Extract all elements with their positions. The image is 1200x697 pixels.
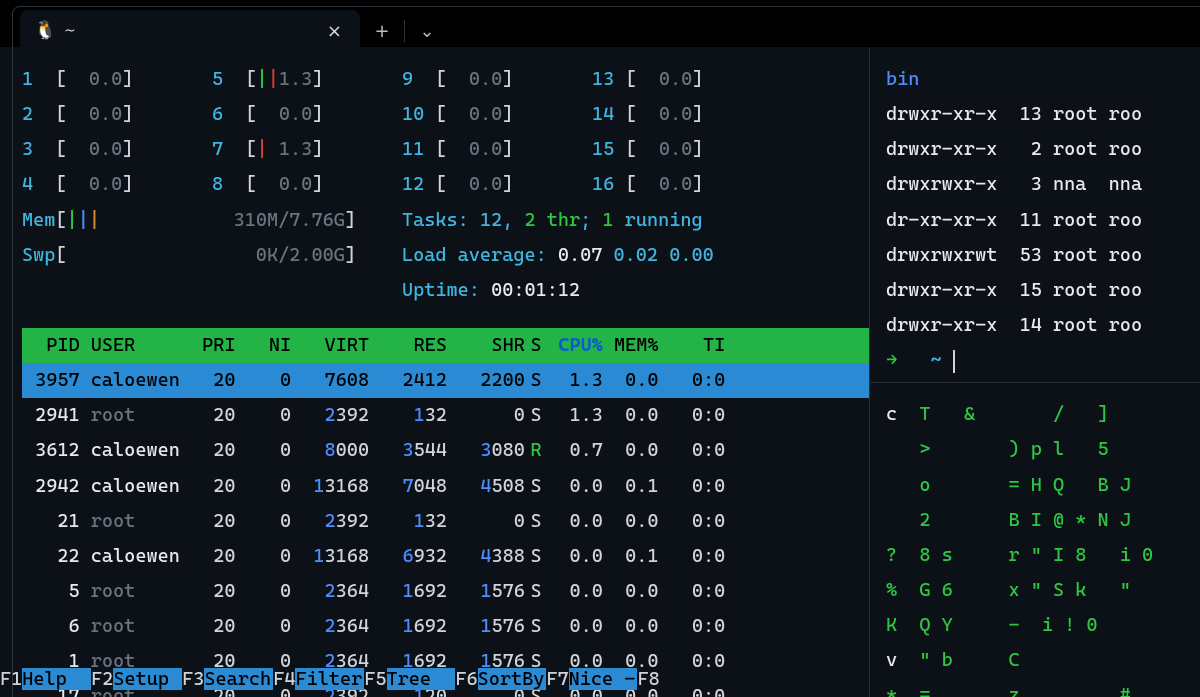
cmatrix-row: 2 B I @ * N J bbox=[886, 503, 1200, 538]
fn-key[interactable]: F7 bbox=[546, 668, 568, 690]
tab-title: ~ bbox=[64, 23, 76, 39]
table-row[interactable]: 5root200236416921576S0.00.00:0 bbox=[22, 574, 869, 609]
cmatrix-row: > ) p l 5 bbox=[886, 432, 1200, 467]
shell-prompt[interactable]: → ~ bbox=[886, 343, 1200, 378]
fn-key[interactable]: F6 bbox=[455, 668, 477, 690]
cpu-meters: 1 [ 0.0]2 [ 0.0]3 [ 0.0]4 [ 0.0]5 [||1.3… bbox=[22, 62, 869, 203]
fn-key[interactable]: F8 bbox=[637, 668, 659, 690]
fn-key[interactable]: F3 bbox=[182, 668, 204, 690]
fn-label[interactable]: SortBy bbox=[478, 668, 547, 690]
htop-pane[interactable]: 1 [ 0.0]2 [ 0.0]3 [ 0.0]4 [ 0.0]5 [||1.3… bbox=[0, 48, 870, 697]
ls-row: drwxr-xr-x 14 root roo bbox=[886, 308, 1200, 343]
fn-key[interactable]: F1 bbox=[0, 668, 22, 690]
tux-icon: 🐧 bbox=[34, 22, 52, 40]
tab-dropdown-icon[interactable]: ⌄ bbox=[405, 21, 449, 42]
tab-actions: + ⌄ bbox=[360, 10, 449, 52]
fn-label[interactable]: Setup bbox=[113, 668, 182, 690]
table-row[interactable]: 6root200236416921576S0.00.00:0 bbox=[22, 609, 869, 644]
table-row[interactable]: 3612caloewen200800035443080R0.70.00:0 bbox=[22, 433, 869, 468]
right-column: bin drwxr-xr-x 13 root roodrwxr-xr-x 2 ro… bbox=[870, 48, 1200, 697]
table-row[interactable]: 22caloewen2001316869324388S0.00.10:0 bbox=[22, 539, 869, 574]
ls-row: drwxrwxr-x 3 nna nna bbox=[886, 167, 1200, 202]
cmatrix-row: v " b C bbox=[886, 643, 1200, 678]
workspace: 1 [ 0.0]2 [ 0.0]3 [ 0.0]4 [ 0.0]5 [||1.3… bbox=[0, 48, 1200, 697]
ls-pane[interactable]: bin drwxr-xr-x 13 root roodrwxr-xr-x 2 ro… bbox=[870, 48, 1200, 383]
table-row[interactable]: 21root20023921320S0.00.00:0 bbox=[22, 504, 869, 539]
cmatrix-pane[interactable]: c T & / ] > ) p l 5 o = H Q B J 2 B I @ … bbox=[870, 383, 1200, 697]
ls-row: dr-xr-xr-x 11 root roo bbox=[886, 203, 1200, 238]
fn-key[interactable]: F4 bbox=[273, 668, 295, 690]
fn-label[interactable]: Help bbox=[22, 668, 91, 690]
fn-key[interactable]: F2 bbox=[91, 668, 113, 690]
fn-label[interactable]: Filter bbox=[295, 668, 364, 690]
titlebar: 🐧 ~ × + ⌄ bbox=[0, 0, 1200, 48]
table-row[interactable]: 3957caloewen200760824122200S1.30.00:0 bbox=[22, 363, 869, 398]
process-table[interactable]: PIDUSERPRINIVIRTRESSHRSCPU%MEM%TI3957cal… bbox=[22, 328, 869, 697]
fn-label[interactable]: Search bbox=[204, 668, 273, 690]
cmatrix-row: * = z # bbox=[886, 678, 1200, 697]
table-row[interactable]: 2941root20023921320S1.30.00:0 bbox=[22, 398, 869, 433]
ls-row: drwxrwxrwt 53 root roo bbox=[886, 238, 1200, 273]
ls-row: drwxr-xr-x 15 root roo bbox=[886, 273, 1200, 308]
cmatrix-row: o = H Q B J bbox=[886, 468, 1200, 503]
fn-key[interactable]: F5 bbox=[364, 668, 386, 690]
htop-footer[interactable]: F1Help F2Setup F3SearchF4FilterF5Tree F6… bbox=[0, 662, 869, 697]
ls-row: drwxr-xr-x 13 root roo bbox=[886, 97, 1200, 132]
cmatrix-row: K Q Y - i ! 0 bbox=[886, 608, 1200, 643]
table-header[interactable]: PIDUSERPRINIVIRTRESSHRSCPU%MEM%TI bbox=[22, 328, 869, 363]
cmatrix-row: c T & / ] bbox=[886, 397, 1200, 432]
tab-active[interactable]: 🐧 ~ × bbox=[20, 10, 360, 52]
new-tab-button[interactable]: + bbox=[360, 21, 404, 42]
ls-row: drwxr-xr-x 2 root roo bbox=[886, 132, 1200, 167]
tab-close-icon[interactable]: × bbox=[327, 21, 342, 42]
fn-label[interactable]: Nice - bbox=[569, 668, 638, 690]
fn-label[interactable]: Tree bbox=[387, 668, 456, 690]
ls-title: bin bbox=[886, 68, 919, 90]
table-row[interactable]: 2942caloewen2001316870484508S0.00.10:0 bbox=[22, 469, 869, 504]
cmatrix-row: % G 6 x " S k " bbox=[886, 573, 1200, 608]
cmatrix-row: ? 8 s r " I 8 i 0 bbox=[886, 538, 1200, 573]
